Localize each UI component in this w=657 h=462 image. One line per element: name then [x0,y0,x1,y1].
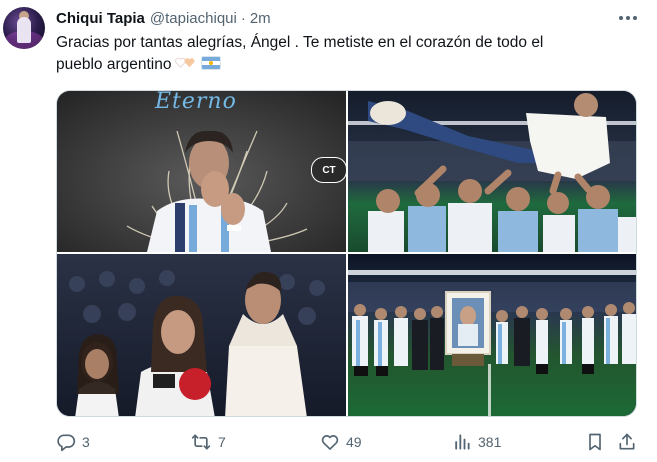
tweet-header: Chiqui Tapia @tapiachiqui · 2m [56,9,271,27]
share-button[interactable] [617,428,637,456]
tweet-text-line2: pueblo argentino [56,56,172,73]
bookmark-icon [589,433,601,451]
share-icon [619,433,635,450]
repost-icon [191,434,211,450]
views-button[interactable]: 381 [452,428,501,456]
timestamp[interactable]: 2m [250,10,271,27]
tweet-text-line1: Gracias por tantas alegrías, Ángel . Te … [56,34,544,51]
views-count: 381 [478,434,502,450]
argentina-flag-icon [200,56,221,70]
author-handle[interactable]: @tapiachiqui [150,10,237,27]
reply-count: 3 [82,434,90,450]
media-image-eterno[interactable]: Eterno CT [57,91,346,252]
like-count: 49 [346,434,362,450]
tweet[interactable]: Chiqui Tapia @tapiachiqui · 2m Gracias p… [0,0,657,462]
reply-icon [57,434,76,452]
avatar[interactable] [3,7,45,49]
repost-button[interactable]: 7 [190,428,226,456]
like-icon [321,435,339,450]
ct-logo-badge: CT [311,157,346,183]
views-icon [455,434,470,450]
media-image-celebration-toss[interactable] [348,91,636,252]
hearts-emoji-icon [174,56,197,70]
reply-button[interactable]: 3 [56,428,90,456]
media-image-team-pitch[interactable] [348,254,636,416]
media-image-family[interactable] [57,254,346,416]
eterno-overlay-text: Eterno [155,91,237,114]
media-grid: Eterno CT [56,90,637,417]
action-bar: 3 7 49 381 [0,428,657,456]
tweet-text: Gracias por tantas alegrías, Ángel . Te … [56,32,646,76]
separator: · [240,9,246,27]
like-button[interactable]: 49 [320,428,362,456]
bookmark-button[interactable] [585,428,605,456]
repost-count: 7 [218,434,226,450]
more-icon[interactable] [617,8,639,28]
author-name[interactable]: Chiqui Tapia [56,10,145,27]
